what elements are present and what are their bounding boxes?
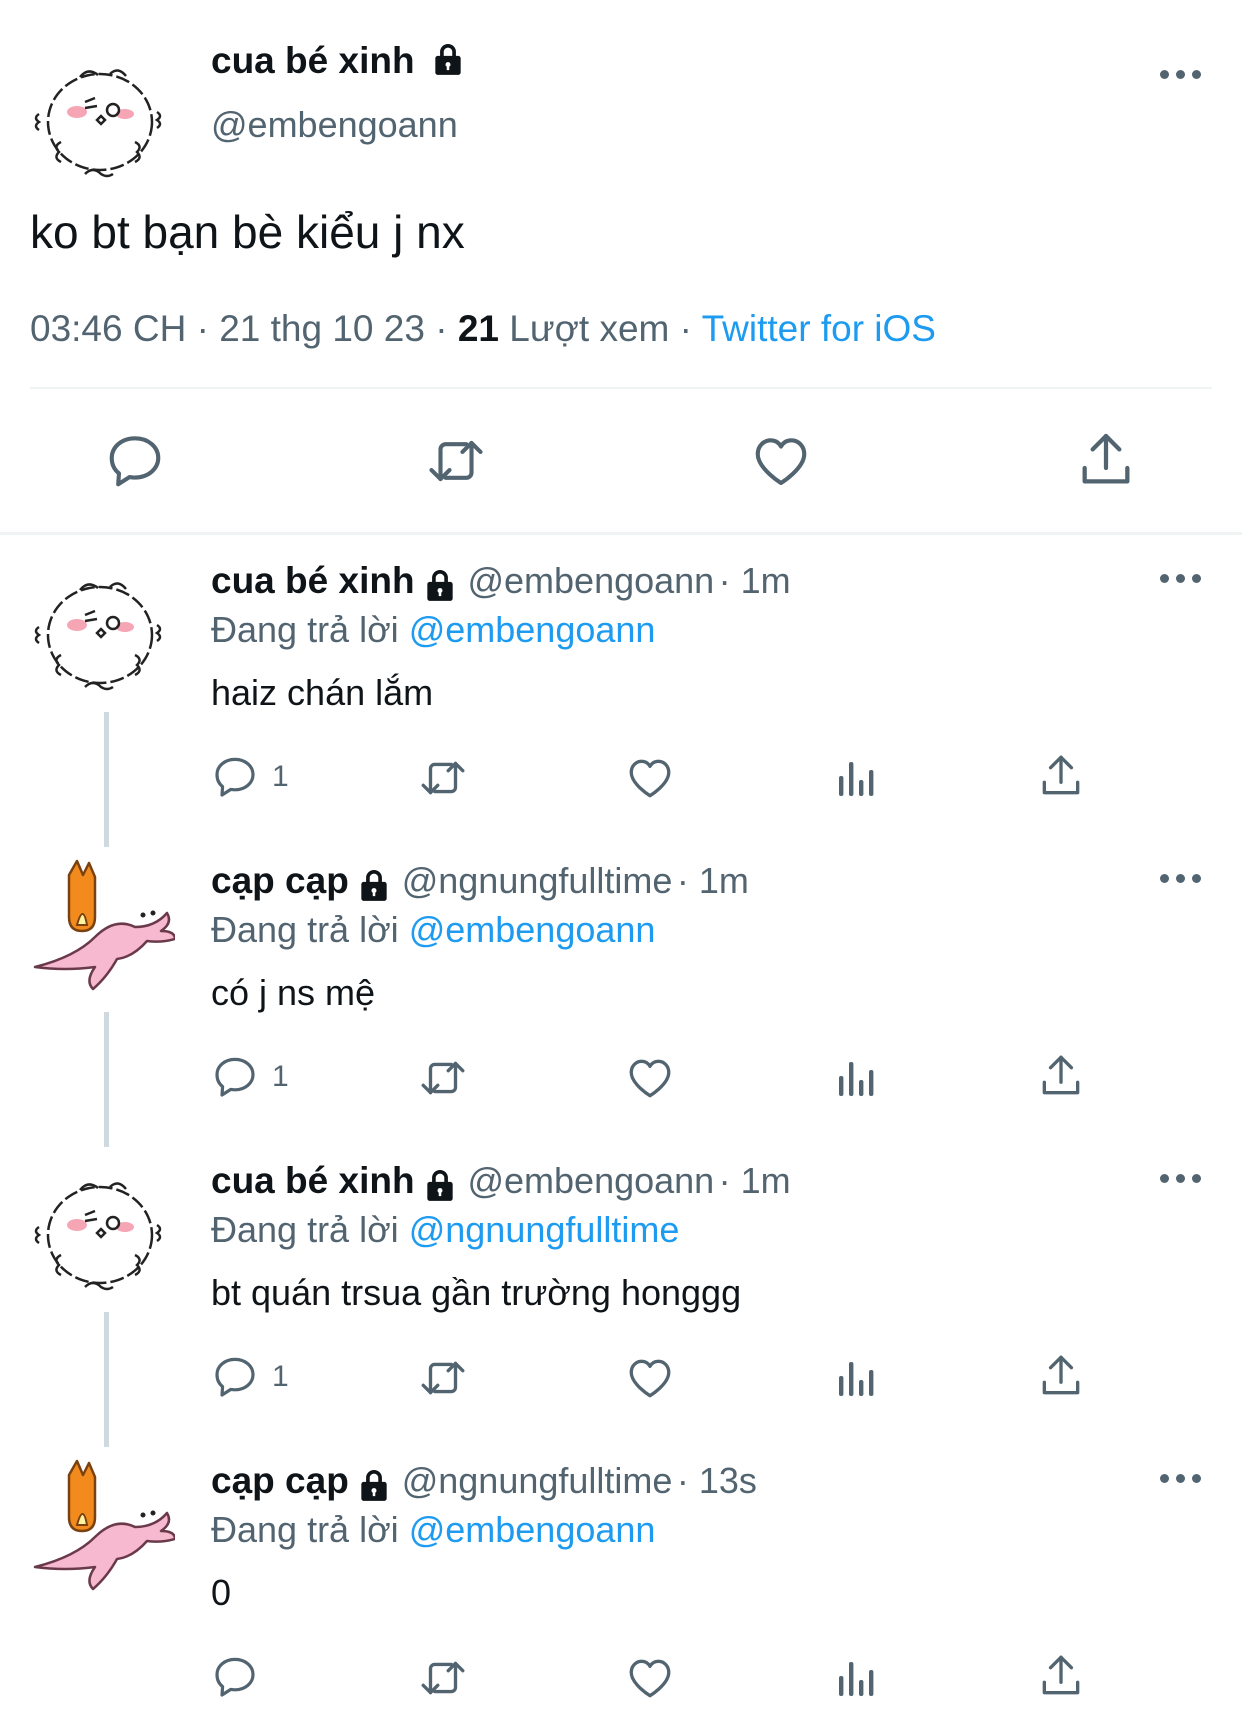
avatar[interactable]	[25, 855, 175, 1005]
display-name-text: cua bé xinh	[211, 40, 415, 81]
timestamp[interactable]: · 1m	[719, 560, 791, 601]
reply-icon[interactable]	[211, 1653, 259, 1701]
reply-icon[interactable]	[211, 753, 259, 801]
lock-icon	[355, 1466, 393, 1504]
meta-separator: ·	[196, 308, 209, 349]
replying-to: Đang trả lời @ngnungfulltime	[211, 1209, 679, 1251]
retweet-icon[interactable]	[418, 753, 468, 803]
views-icon[interactable]	[832, 1054, 880, 1102]
avatar[interactable]	[25, 1455, 175, 1605]
more-icon[interactable]	[1160, 1474, 1204, 1486]
main-handle[interactable]: @embengoann	[211, 104, 458, 146]
replying-to: Đang trả lời @embengoann	[211, 609, 655, 651]
main-display-name[interactable]: cua bé xinh	[211, 40, 467, 82]
reply-header: cua bé xinh @embengoann · 1m	[211, 1160, 791, 1204]
reply-icon[interactable]	[211, 1353, 259, 1401]
divider	[30, 387, 1212, 389]
reply-header: cạp cạp @ngnungfulltime · 13s	[211, 1460, 757, 1504]
handle[interactable]: @ngnungfulltime	[402, 1460, 673, 1501]
retweet-icon[interactable]	[425, 430, 487, 492]
lock-icon	[421, 566, 459, 604]
mention-link[interactable]: @embengoann	[409, 1509, 656, 1550]
display-name[interactable]: cua bé xinh	[211, 1160, 415, 1201]
retweet-icon[interactable]	[418, 1653, 468, 1703]
like-icon[interactable]	[625, 753, 675, 803]
timestamp[interactable]: · 1m	[719, 1160, 791, 1201]
retweet-icon[interactable]	[418, 1053, 468, 1103]
reply-count: 1	[272, 1360, 289, 1393]
reply-header: cạp cạp @ngnungfulltime · 1m	[211, 860, 749, 904]
like-icon[interactable]	[625, 1053, 675, 1103]
views-icon[interactable]	[832, 754, 880, 802]
reply-icon[interactable]	[104, 430, 166, 492]
reply-text: 0	[211, 1572, 232, 1613]
mention-link[interactable]: @embengoann	[409, 609, 656, 650]
more-icon[interactable]	[1160, 574, 1204, 586]
replying-to: Đang trả lời @embengoann	[211, 1509, 655, 1551]
share-icon[interactable]	[1036, 751, 1086, 801]
handle[interactable]: @embengoann	[467, 1160, 714, 1201]
avatar[interactable]	[25, 555, 175, 705]
display-name[interactable]: cua bé xinh	[211, 560, 415, 601]
handle[interactable]: @embengoann	[467, 560, 714, 601]
timestamp[interactable]: · 13s	[677, 1460, 757, 1501]
replying-to: Đang trả lời @embengoann	[211, 909, 655, 951]
more-icon[interactable]	[1160, 1174, 1204, 1186]
tweet-time[interactable]: 03:46 CH	[30, 308, 186, 349]
reply-text: haiz chán lắm	[211, 672, 434, 713]
more-icon[interactable]	[1160, 874, 1204, 886]
lock-icon	[421, 1166, 459, 1204]
replying-label: Đang trả lời	[211, 609, 399, 650]
tweet-text: ko bt bạn bè kiểu j nx	[30, 206, 465, 258]
meta-separator: ·	[435, 308, 448, 349]
views-icon[interactable]	[832, 1354, 880, 1402]
thread-line	[104, 712, 109, 847]
share-icon[interactable]	[1036, 1351, 1086, 1401]
reply-text: bt quán trsua gần trường honggg	[211, 1272, 742, 1313]
mention-link[interactable]: @embengoann	[409, 909, 656, 950]
replying-label: Đang trả lời	[211, 909, 399, 950]
views-label: Lượt xem	[509, 308, 670, 349]
lock-icon	[429, 40, 467, 78]
thread-line	[104, 1012, 109, 1147]
tweet-date[interactable]: 21 thg 10 23	[219, 308, 425, 349]
views-icon[interactable]	[832, 1654, 880, 1702]
lock-icon	[355, 866, 393, 904]
like-icon[interactable]	[625, 1353, 675, 1403]
reply-text: có j ns mệ	[211, 972, 376, 1013]
thread-line	[104, 1312, 109, 1447]
reply-count: 1	[272, 760, 289, 793]
share-icon[interactable]	[1036, 1051, 1086, 1101]
display-name[interactable]: cạp cạp	[211, 860, 349, 901]
views-count: 21	[457, 308, 499, 349]
mention-link[interactable]: @ngnungfulltime	[409, 1209, 680, 1250]
reply-icon[interactable]	[211, 1053, 259, 1101]
share-icon[interactable]	[1036, 1651, 1086, 1701]
more-icon[interactable]	[1160, 70, 1204, 82]
divider	[0, 532, 1242, 535]
timestamp[interactable]: · 1m	[677, 860, 749, 901]
reply-header: cua bé xinh @embengoann · 1m	[211, 560, 791, 604]
handle[interactable]: @ngnungfulltime	[402, 860, 673, 901]
like-icon[interactable]	[625, 1653, 675, 1703]
display-name[interactable]: cạp cạp	[211, 1460, 349, 1501]
meta-separator: ·	[679, 308, 692, 349]
tweet-meta: 03:46 CH · 21 thg 10 23 · 21 Lượt xem · …	[30, 308, 936, 350]
avatar[interactable]	[25, 42, 175, 192]
replying-label: Đang trả lời	[211, 1509, 399, 1550]
like-icon[interactable]	[750, 430, 812, 492]
share-icon[interactable]	[1074, 428, 1138, 492]
tweet-source[interactable]: Twitter for iOS	[702, 308, 936, 349]
retweet-icon[interactable]	[418, 1353, 468, 1403]
avatar[interactable]	[25, 1155, 175, 1305]
replying-label: Đang trả lời	[211, 1209, 399, 1250]
reply-count: 1	[272, 1060, 289, 1093]
